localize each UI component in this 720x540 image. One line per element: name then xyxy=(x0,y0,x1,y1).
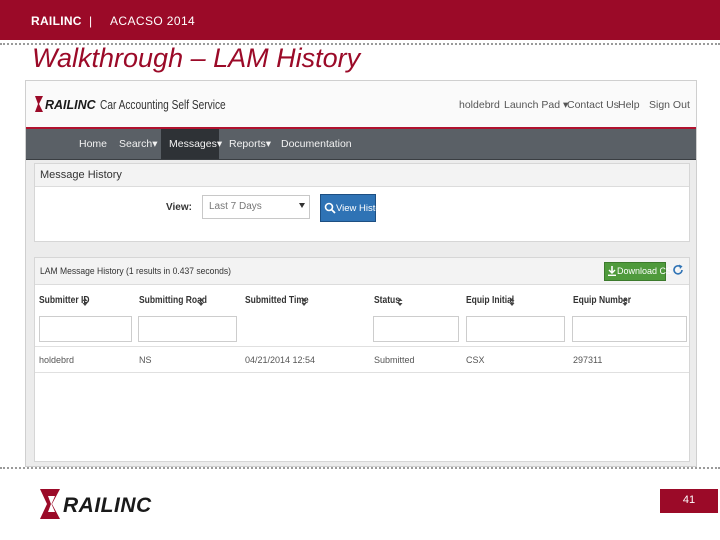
download-icon xyxy=(608,266,616,276)
page-number: 41 xyxy=(660,489,718,513)
table-row-divider xyxy=(35,346,689,347)
message-history-panel: Message History View: Last 7 Days View H… xyxy=(34,163,690,242)
cell-status: Submitted xyxy=(374,355,415,365)
lam-history-header: LAM Message History (1 results in 0.437 … xyxy=(35,258,689,285)
sort-icons xyxy=(82,298,628,306)
view-label: View: xyxy=(166,202,192,213)
cell-equip-initial: CSX xyxy=(466,355,485,365)
sign-out-link[interactable]: Sign Out xyxy=(649,99,690,111)
launch-pad-menu[interactable]: Launch Pad ▾ xyxy=(504,99,568,111)
sort-icon xyxy=(509,298,515,306)
view-period-select[interactable]: Last 7 Days xyxy=(202,195,310,219)
filter-equip-initial[interactable] xyxy=(466,316,565,342)
nav-search[interactable]: Search▾ xyxy=(119,138,158,150)
nav-messages[interactable]: Messages▾ xyxy=(169,138,222,150)
app-logo-text: RAILINC xyxy=(45,98,97,112)
filter-submitting-road[interactable] xyxy=(138,316,237,342)
app-screenshot: RAILINC Car Accounting Self Service hold… xyxy=(25,80,697,467)
app-title: Car Accounting Self Service xyxy=(100,97,226,112)
filter-status[interactable] xyxy=(373,316,459,342)
results-title: LAM Message History (1 results in 0.437 … xyxy=(40,266,232,277)
user-link[interactable]: holdebrd xyxy=(459,99,500,111)
header-brand: RAILINC xyxy=(31,14,82,28)
filter-equip-number[interactable] xyxy=(572,316,687,342)
table-row-divider xyxy=(35,372,689,373)
app-logo[interactable]: RAILINC xyxy=(34,95,98,118)
app-nav-bar: Home Search▾ Messages▾ Reports▾ Document… xyxy=(26,129,696,160)
refresh-icon[interactable] xyxy=(672,264,684,276)
nav-reports[interactable]: Reports▾ xyxy=(229,138,271,150)
header-separator: | xyxy=(89,14,93,28)
footer-logo-text: RAILINC xyxy=(63,494,152,517)
bottom-dotted-divider xyxy=(0,467,720,469)
railinc-logo-icon: RAILINC xyxy=(40,489,152,519)
sort-icon xyxy=(301,298,307,306)
view-history-label: View Histo xyxy=(336,203,381,214)
sort-icon xyxy=(397,298,403,306)
search-icon xyxy=(324,202,336,214)
cell-submitter-id: holdebrd xyxy=(39,355,75,365)
slide-header-bar: RAILINC | ACACSO 2014 xyxy=(0,0,720,40)
filter-submitter-id[interactable] xyxy=(39,316,132,342)
section-title: Message History xyxy=(40,169,122,181)
footer-logo: RAILINC xyxy=(40,488,205,525)
cell-equip-number: 297311 xyxy=(573,355,603,365)
download-csv-button[interactable]: Download CSV xyxy=(604,262,678,281)
sort-icon xyxy=(82,298,88,306)
lam-history-panel: LAM Message History (1 results in 0.437 … xyxy=(34,257,690,462)
sort-icon xyxy=(198,298,204,306)
view-history-button[interactable]: View Histo xyxy=(320,194,381,222)
sort-icon xyxy=(622,298,628,306)
contact-us-link[interactable]: Contact Us xyxy=(567,99,619,111)
view-period-value: Last 7 Days xyxy=(209,201,262,212)
header-conference: ACACSO 2014 xyxy=(110,14,196,28)
download-csv-label: Download CSV xyxy=(617,266,679,276)
cell-submitted-time: 04/21/2014 12:54 xyxy=(245,355,316,365)
slide-title: Walkthrough – LAM History xyxy=(32,43,361,73)
cell-submitting-road: NS xyxy=(139,355,152,365)
message-history-header: Message History xyxy=(35,164,689,187)
railinc-logo-icon: RAILINC xyxy=(35,96,97,112)
nav-documentation[interactable]: Documentation xyxy=(281,138,352,150)
nav-home[interactable]: Home xyxy=(79,138,107,150)
chevron-down-icon xyxy=(299,203,305,208)
help-link[interactable]: Help xyxy=(618,99,640,111)
app-header: RAILINC Car Accounting Self Service hold… xyxy=(26,81,696,129)
